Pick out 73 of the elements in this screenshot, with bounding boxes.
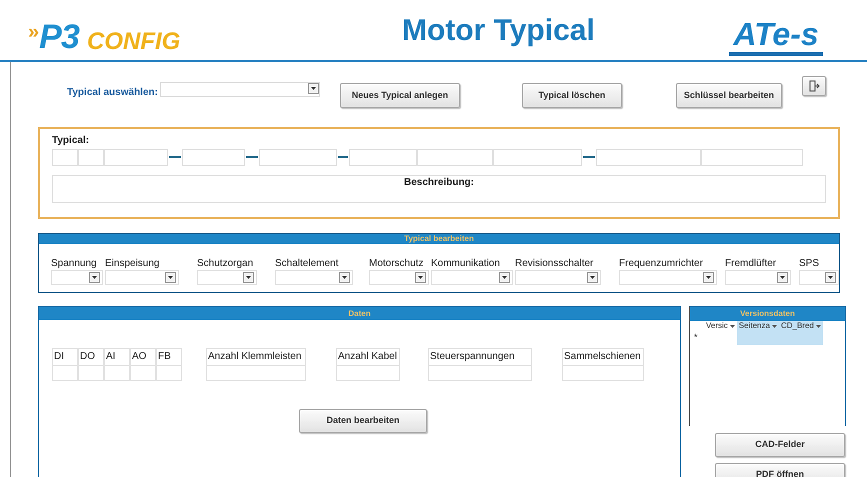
panel-title: Daten bbox=[348, 310, 371, 318]
typical-segment-field[interactable] bbox=[701, 148, 803, 166]
field-label: Anzahl Kabel bbox=[337, 350, 398, 364]
edit-keys-button[interactable]: Schlüssel bearbeiten bbox=[676, 83, 782, 108]
new-typical-button[interactable]: Neues Typical anlegen bbox=[340, 83, 460, 108]
open-pdf-button[interactable]: PDF öffnen bbox=[715, 463, 845, 477]
brand-logo: ATe-s bbox=[733, 18, 819, 50]
panel-title: Versionsdaten bbox=[740, 310, 795, 318]
column-label: Seitenza bbox=[738, 321, 770, 331]
dropdown-field[interactable] bbox=[431, 270, 513, 285]
select-label: Typical auswählen: bbox=[67, 86, 158, 100]
logo-subtitle: CONFIG bbox=[87, 30, 180, 54]
logo-mark: » bbox=[28, 22, 40, 42]
column-label: Versic bbox=[706, 321, 728, 331]
dropdown-field[interactable] bbox=[275, 270, 353, 285]
page-title: Motor Typical bbox=[402, 16, 595, 49]
new-row-marker: * bbox=[694, 331, 698, 344]
typical-segment-field[interactable] bbox=[52, 148, 78, 166]
typical-segment-field[interactable] bbox=[259, 148, 337, 166]
field-label: Fremdlüfter bbox=[725, 258, 778, 270]
dropdown-field[interactable] bbox=[799, 270, 839, 285]
sort-caret-icon bbox=[816, 325, 821, 328]
typical-segment-field[interactable] bbox=[78, 148, 104, 166]
separator-dash-icon bbox=[169, 156, 181, 158]
field-label: DI bbox=[53, 350, 65, 364]
separator-dash-icon bbox=[338, 156, 348, 158]
dropdown-field[interactable] bbox=[197, 270, 257, 285]
field-label: DO bbox=[79, 350, 96, 364]
typical-label: Typical: bbox=[52, 134, 90, 148]
sort-caret-icon bbox=[772, 325, 777, 328]
sort-caret-icon bbox=[730, 325, 735, 328]
field-label: Spannung bbox=[51, 258, 98, 270]
panel-title: Typical bearbeiten bbox=[404, 235, 474, 243]
field-label: Schutzorgan bbox=[197, 258, 254, 270]
typical-segment-field[interactable] bbox=[493, 148, 582, 166]
separator-dash-icon bbox=[246, 156, 258, 158]
field-label: Frequenzumrichter bbox=[619, 258, 704, 270]
field-label: Schaltelement bbox=[275, 258, 340, 270]
field-label: Einspeisung bbox=[105, 258, 160, 270]
column-header[interactable]: Seitenza bbox=[736, 321, 779, 345]
dropdown-field[interactable] bbox=[105, 270, 179, 285]
column-header[interactable]: CD_Bred bbox=[778, 321, 823, 345]
field-label: AI bbox=[105, 350, 116, 364]
field-label: Kommunikation bbox=[431, 258, 501, 270]
typical-segment-field[interactable] bbox=[596, 148, 701, 166]
dropdown-field[interactable] bbox=[515, 270, 601, 285]
field-label: SPS bbox=[799, 258, 820, 270]
field-label: Revisionsschalter bbox=[515, 258, 594, 270]
column-header[interactable]: Versic bbox=[704, 321, 737, 345]
exit-button[interactable] bbox=[802, 76, 826, 96]
description-field[interactable]: Beschreibung: bbox=[52, 175, 826, 203]
column-label: CD_Bred bbox=[780, 321, 814, 331]
delete-typical-button[interactable]: Typical löschen bbox=[522, 83, 622, 108]
dropdown-field[interactable] bbox=[369, 270, 429, 285]
field-label: AO bbox=[131, 350, 148, 364]
description-label: Beschreibung: bbox=[402, 176, 475, 190]
dropdown-field[interactable] bbox=[725, 270, 791, 285]
logo-title: P3 bbox=[39, 20, 80, 54]
field-label: Sammelschienen bbox=[563, 350, 642, 364]
typical-segment-field[interactable] bbox=[182, 148, 245, 166]
typical-segment-field[interactable] bbox=[417, 148, 493, 166]
cad-fields-button[interactable]: CAD-Felder bbox=[715, 433, 845, 457]
dropdown-field[interactable] bbox=[51, 270, 103, 285]
field-label: Steuerspannungen bbox=[429, 350, 516, 364]
edit-data-button[interactable]: Daten bearbeiten bbox=[299, 409, 427, 433]
field-label: Motorschutz bbox=[369, 258, 424, 270]
field-label: FB bbox=[157, 350, 172, 364]
exit-door-icon bbox=[808, 80, 820, 92]
separator-dash-icon bbox=[583, 156, 595, 158]
dropdown-field[interactable] bbox=[619, 270, 717, 285]
field-label: Anzahl Klemmleisten bbox=[207, 350, 302, 364]
typical-segment-field[interactable] bbox=[104, 148, 168, 166]
typical-segment-field[interactable] bbox=[349, 148, 417, 166]
